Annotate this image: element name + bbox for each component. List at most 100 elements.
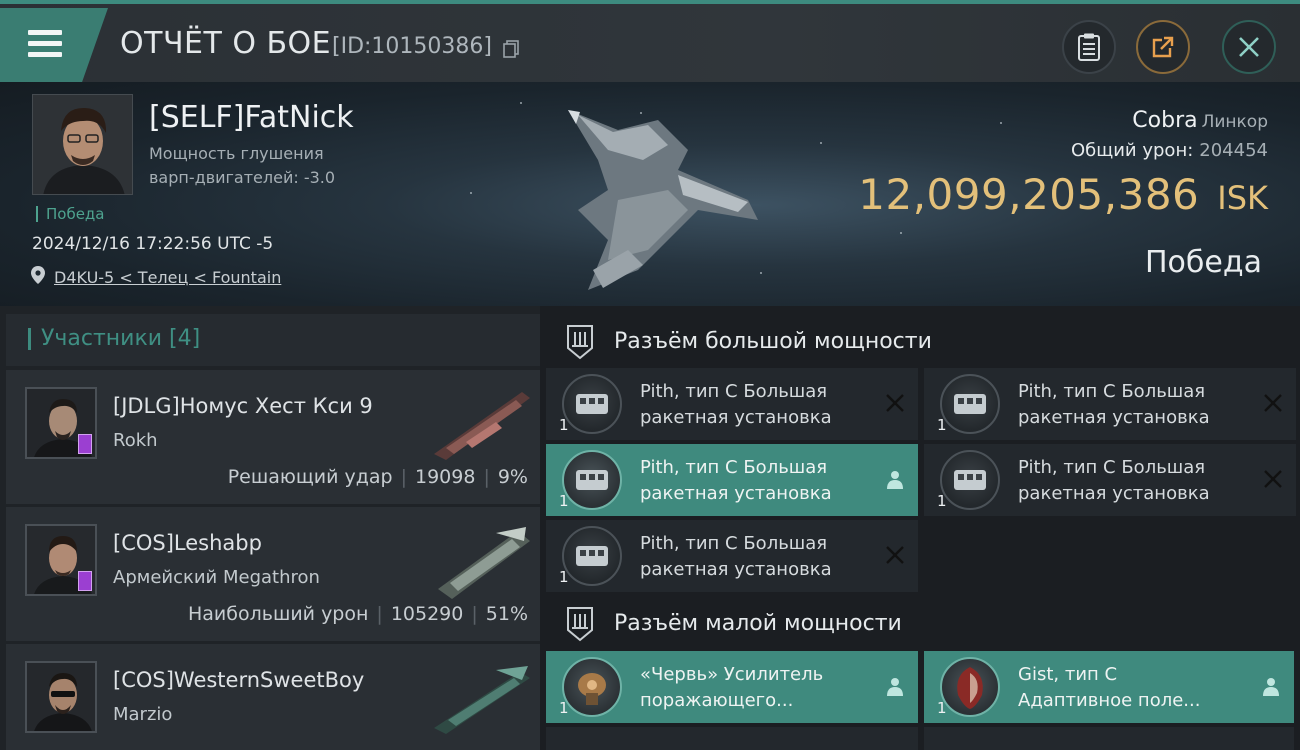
module-name-2: ракетная установка xyxy=(640,483,832,504)
participant-name[interactable]: [COS]WesternSweetBoy xyxy=(113,668,364,692)
module-item-partial[interactable] xyxy=(546,727,918,750)
menu-icon xyxy=(28,30,62,35)
module-name-2: ракетная установка xyxy=(640,407,832,428)
module-item[interactable]: 1 Pith, тип C Большая ракетная установка xyxy=(546,520,918,592)
stat-divider: | xyxy=(376,603,383,625)
module-name: Pith, тип C Большая xyxy=(1018,457,1206,478)
module-name-2: поражающего... xyxy=(640,690,794,711)
dropped-person-icon xyxy=(887,678,903,696)
page-title: ОТЧЁТ О БОЕ xyxy=(120,26,332,61)
menu-icon-bar xyxy=(28,41,62,46)
menu-button[interactable] xyxy=(0,8,108,82)
header-bar: ОТЧЁТ О БОЕ [ID:10150386] xyxy=(0,0,1300,82)
participant-row[interactable]: [COS]Leshabp Армейский Megathron Наиболь… xyxy=(6,507,540,641)
share-button[interactable] xyxy=(1136,20,1190,74)
module-name: Pith, тип C Большая xyxy=(640,457,828,478)
participant-damage: 19098 xyxy=(414,466,476,488)
module-item[interactable]: 1 «Червь» Усилитель поражающего... xyxy=(546,651,918,723)
location-link[interactable]: D4KU-5 < Телец < Fountain xyxy=(54,268,281,287)
module-quantity: 1 xyxy=(937,416,947,434)
module-item[interactable]: 1 Pith, тип C Большая ракетная установка xyxy=(546,444,918,516)
stat-divider: | xyxy=(471,603,478,625)
module-name: «Червь» Усилитель xyxy=(640,664,824,685)
launcher-icon xyxy=(562,450,622,510)
participants-accent xyxy=(28,328,31,350)
participant-stats: Наибольший урон | 105290 | 51% xyxy=(188,603,528,625)
participants-header[interactable]: Участники [4] xyxy=(6,314,540,366)
module-name-2: ракетная установка xyxy=(1018,407,1210,428)
killmail-summary: [SELF]FatNick Мощность глушения варп-дви… xyxy=(0,82,1300,306)
participant-percent: 9% xyxy=(497,466,528,488)
battle-outcome: Победа xyxy=(1145,245,1262,280)
stat-divider: | xyxy=(400,466,407,488)
module-item[interactable]: 1 Pith, тип C Большая ракетная установка xyxy=(546,368,918,440)
star xyxy=(520,102,522,104)
high-slot-title: Разъём большой мощности xyxy=(614,329,932,354)
faction-badge xyxy=(78,571,92,591)
participant-name[interactable]: [COS]Leshabp xyxy=(113,531,262,555)
module-item[interactable]: 1 Pith, тип C Большая ракетная установка xyxy=(924,444,1296,516)
participant-row[interactable]: [JDLG]Номус Хест Кси 9 Rokh Решающий уда… xyxy=(6,370,540,504)
destroyed-icon xyxy=(886,394,904,412)
stat-divider: | xyxy=(483,466,490,488)
isk-value: 12,099,205,386 xyxy=(858,170,1200,219)
close-button[interactable] xyxy=(1222,20,1276,74)
high-slot-header: Разъём большой мощности xyxy=(540,314,1300,372)
participant-avatar[interactable] xyxy=(25,524,97,596)
report-icon xyxy=(1078,33,1100,61)
damage-amplifier-icon xyxy=(562,657,622,717)
ship-class: Линкор xyxy=(1201,112,1268,132)
participant-ship: Marzio xyxy=(113,704,173,725)
module-name-2: ракетная установка xyxy=(1018,483,1210,504)
pilot-portrait[interactable] xyxy=(32,94,133,195)
launcher-icon xyxy=(562,526,622,586)
module-quantity: 1 xyxy=(937,699,947,717)
dropped-person-icon xyxy=(1263,678,1279,696)
low-slot-icon xyxy=(567,607,593,642)
participant-stats: Решающий удар | 19098 | 9% xyxy=(228,466,528,488)
module-item-partial[interactable] xyxy=(924,727,1294,750)
ship-name[interactable]: Cobra xyxy=(1132,108,1197,133)
participant-ship-image xyxy=(438,527,530,599)
module-item[interactable]: 1 Pith, тип C Большая ракетная установка xyxy=(924,368,1296,440)
participant-damage: 105290 xyxy=(390,603,464,625)
launcher-icon xyxy=(940,374,1000,434)
star xyxy=(1000,122,1002,124)
participant-percent: 51% xyxy=(485,603,528,625)
participant-avatar[interactable] xyxy=(25,387,97,459)
pilot-stat-value: варп-двигателей: -3.0 xyxy=(149,168,336,187)
destroyed-icon xyxy=(886,546,904,564)
module-quantity: 1 xyxy=(559,416,569,434)
copy-icon[interactable] xyxy=(503,40,519,58)
module-name: Pith, тип C Большая xyxy=(1018,381,1206,402)
module-name: Gist, тип C xyxy=(1018,664,1118,685)
participant-ship-image xyxy=(434,392,530,460)
isk-value-line: 12,099,205,386 ISK xyxy=(858,170,1268,219)
participant-row[interactable]: [COS]WesternSweetBoy Marzio xyxy=(6,644,540,750)
share-icon xyxy=(1152,36,1174,58)
report-button[interactable] xyxy=(1062,20,1116,74)
module-quantity: 1 xyxy=(559,699,569,717)
high-slot-icon xyxy=(567,325,593,360)
participant-name[interactable]: [JDLG]Номус Хест Кси 9 xyxy=(113,394,373,418)
launcher-icon xyxy=(562,374,622,434)
participant-ship-image xyxy=(434,666,530,734)
module-quantity: 1 xyxy=(937,492,947,510)
dropped-person-icon xyxy=(887,471,903,489)
module-quantity: 1 xyxy=(559,568,569,586)
module-item[interactable]: 1 Gist, тип C Адаптивное поле... xyxy=(924,651,1294,723)
total-damage-label: Общий урон: xyxy=(1071,140,1194,161)
result-tag: Победа xyxy=(36,206,105,222)
report-id: [ID:10150386] xyxy=(332,34,492,59)
faction-badge xyxy=(78,434,92,454)
ship-info: Cobra Линкор xyxy=(1132,108,1268,133)
participant-role: Решающий удар xyxy=(227,466,393,488)
pilot-name[interactable]: [SELF]FatNick xyxy=(149,100,354,135)
participant-portrait xyxy=(27,663,95,731)
module-name-2: ракетная установка xyxy=(640,559,832,580)
participant-avatar[interactable] xyxy=(25,661,97,733)
isk-unit: ISK xyxy=(1217,179,1268,217)
module-quantity: 1 xyxy=(559,492,569,510)
pilot-stat-label: Мощность глушения xyxy=(149,144,324,163)
participants-title: Участники [4] xyxy=(41,326,201,351)
